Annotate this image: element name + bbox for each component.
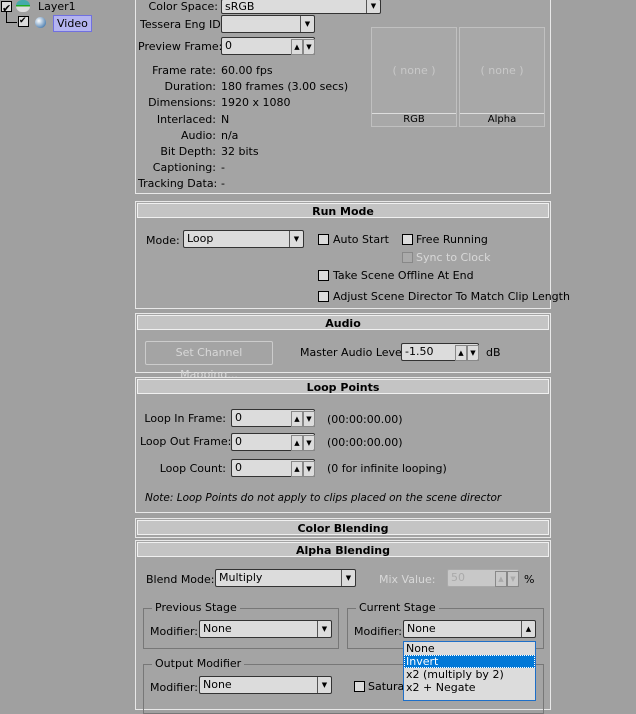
loop-count-spinner[interactable]: 0 ▲ ▼ bbox=[231, 459, 315, 477]
blend-mode-select[interactable]: Multiply ▼ bbox=[215, 569, 356, 587]
loop-in-spinner[interactable]: 0 ▲ ▼ bbox=[231, 409, 315, 427]
info-label: Captioning: bbox=[152, 161, 216, 175]
color-space-label: Color Space: bbox=[148, 0, 218, 13]
cur-modifier-select[interactable]: None ▲ bbox=[403, 620, 536, 638]
info-value: 1920 x 1080 bbox=[221, 96, 291, 110]
info-label: Interlaced: bbox=[156, 112, 216, 126]
loop-count-note: (0 for infinite looping) bbox=[327, 462, 447, 475]
loop-out-spinner[interactable]: 0 ▲ ▼ bbox=[231, 433, 315, 451]
adjust-director-checkbox[interactable] bbox=[318, 291, 329, 302]
alpha-label: Alpha bbox=[460, 113, 544, 126]
tessera-label: Tessera Eng ID: bbox=[140, 18, 225, 31]
sync-clock-label: Sync to Clock bbox=[416, 251, 491, 264]
dropdown-option[interactable]: None bbox=[404, 642, 535, 655]
info-value: 180 frames (3.00 secs) bbox=[221, 80, 349, 94]
color-blending-header[interactable]: Color Blending bbox=[137, 520, 549, 535]
prev-modifier-label: Modifier: bbox=[150, 625, 198, 638]
loop-count-label: Loop Count: bbox=[159, 462, 226, 475]
dropdown-option[interactable]: x2 + Negate bbox=[404, 681, 535, 694]
channel-mapping-button[interactable]: Set Channel Mapping... bbox=[145, 341, 273, 381]
info-label: Tracking Data: bbox=[138, 177, 218, 191]
color-space-select[interactable]: sRGB ▼ bbox=[221, 0, 381, 14]
loop-in-label: Loop In Frame: bbox=[144, 412, 226, 425]
run-mode-header[interactable]: Run Mode bbox=[137, 203, 549, 218]
loop-in-timecode: (00:00:00.00) bbox=[327, 413, 403, 426]
info-value: 32 bits bbox=[221, 145, 259, 158]
saturate-checkbox[interactable] bbox=[354, 681, 365, 692]
prev-modifier-select[interactable]: None ▼ bbox=[199, 620, 332, 638]
tree-line bbox=[6, 12, 17, 23]
loop-out-timecode: (00:00:00.00) bbox=[327, 436, 403, 449]
audio-header[interactable]: Audio bbox=[137, 315, 549, 330]
mode-select[interactable]: Loop ▼ bbox=[183, 230, 304, 248]
loop-note: Note: Loop Points do not apply to clips … bbox=[145, 492, 502, 504]
info-label: Audio: bbox=[181, 128, 216, 142]
video-icon bbox=[35, 17, 46, 28]
layer-icon bbox=[16, 0, 30, 12]
preview-frame-label: Preview Frame: bbox=[138, 40, 223, 53]
free-running-label: Free Running bbox=[416, 233, 488, 246]
mix-pct: % bbox=[524, 573, 535, 586]
take-offline-label: Take Scene Offline At End bbox=[333, 269, 474, 282]
auto-start-checkbox[interactable] bbox=[318, 234, 329, 245]
tree-video[interactable]: Video bbox=[53, 15, 92, 32]
mode-label: Mode: bbox=[146, 234, 180, 247]
blend-mode-label: Blend Mode: bbox=[146, 573, 215, 586]
info-value: N bbox=[221, 112, 230, 126]
info-value: - bbox=[221, 177, 225, 191]
take-offline-checkbox[interactable] bbox=[318, 270, 329, 281]
info-value: n/a bbox=[221, 128, 239, 142]
mix-value-label: Mix Value: bbox=[379, 573, 436, 586]
alpha-blending-header[interactable]: Alpha Blending bbox=[137, 542, 549, 557]
audio-unit: dB bbox=[486, 346, 501, 359]
adjust-director-label: Adjust Scene Director To Match Clip Leng… bbox=[333, 290, 570, 303]
loop-out-label: Loop Out Frame: bbox=[140, 435, 232, 448]
dropdown-option[interactable]: Invert bbox=[404, 655, 535, 668]
video-checkbox[interactable]: ✔ bbox=[18, 16, 29, 27]
info-label: Frame rate: bbox=[152, 64, 216, 77]
preview-frame-spinner[interactable]: 0 ▲ ▼ bbox=[221, 37, 315, 55]
rgb-label: RGB bbox=[372, 113, 456, 126]
sync-clock-checkbox[interactable] bbox=[402, 252, 413, 263]
cur-modifier-label: Modifier: bbox=[354, 625, 402, 638]
info-value: 60.00 fps bbox=[221, 64, 273, 77]
loop-points-header[interactable]: Loop Points bbox=[137, 379, 549, 394]
info-label: Duration: bbox=[164, 80, 216, 94]
alpha-preview: ( none ) Alpha bbox=[459, 27, 545, 127]
info-value: - bbox=[221, 161, 225, 175]
info-label: Bit Depth: bbox=[160, 145, 216, 158]
out-modifier-label: Modifier: bbox=[150, 681, 198, 694]
tessera-select[interactable]: ▼ bbox=[221, 15, 315, 33]
modifier-dropdown-list[interactable]: None Invert x2 (multiply by 2) x2 + Negate bbox=[403, 641, 536, 701]
auto-start-label: Auto Start bbox=[333, 233, 389, 246]
out-modifier-select[interactable]: None ▼ bbox=[199, 676, 332, 694]
dropdown-option[interactable]: x2 (multiply by 2) bbox=[404, 668, 535, 681]
rgb-preview: ( none ) RGB bbox=[371, 27, 457, 127]
mix-value-spinner[interactable]: 50 ▲ ▼ bbox=[447, 569, 519, 587]
tree-layer[interactable]: Layer1 bbox=[38, 0, 76, 13]
layer-checkbox[interactable]: ✔ bbox=[1, 1, 12, 15]
audio-level-label: Master Audio Level: bbox=[300, 346, 409, 359]
audio-level-spinner[interactable]: -1.50 ▲ ▼ bbox=[401, 343, 479, 361]
free-running-checkbox[interactable] bbox=[402, 234, 413, 245]
info-label: Dimensions: bbox=[148, 96, 216, 110]
